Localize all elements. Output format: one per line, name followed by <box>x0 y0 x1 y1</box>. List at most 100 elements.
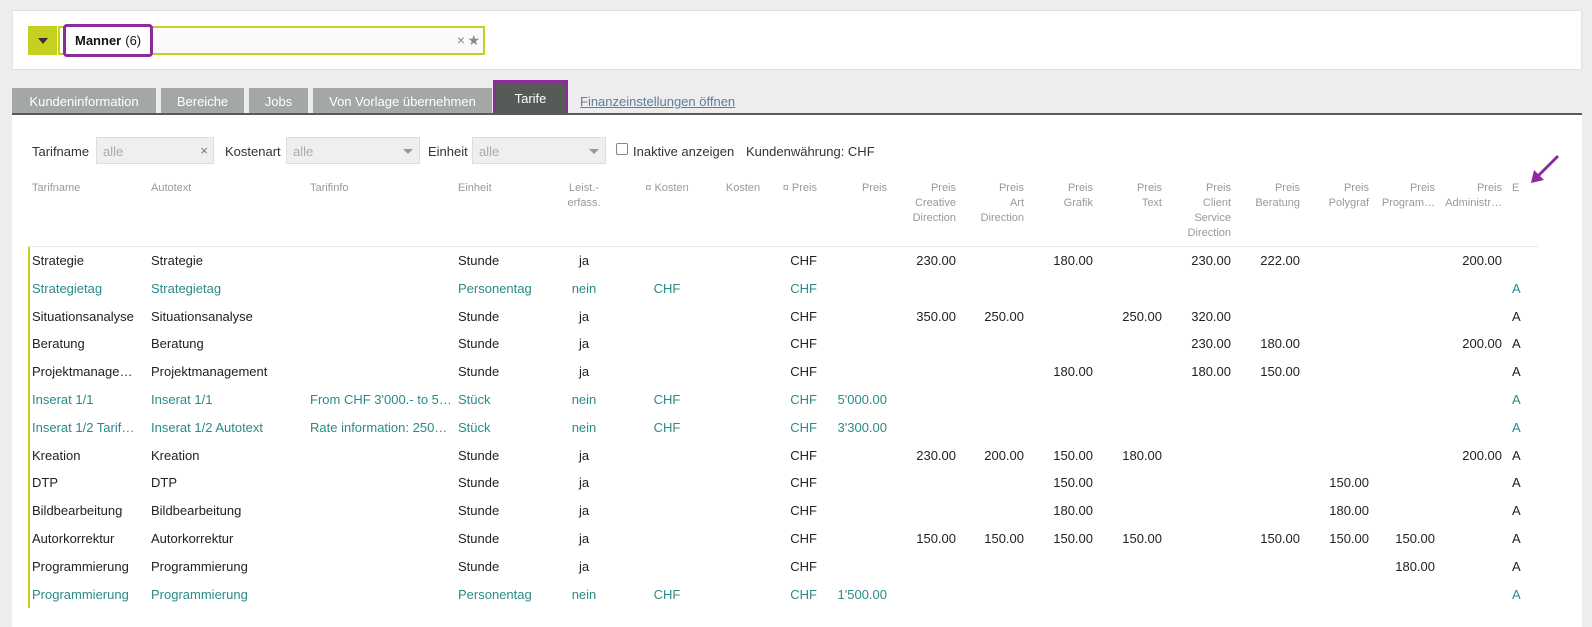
cell-preis-art-direction: 250.00 <box>984 308 1024 324</box>
cell-preis-currency: CHF <box>790 336 817 352</box>
cell-tarifname: Programmierung <box>32 586 129 602</box>
selected-client-chip[interactable]: Manner (6) <box>63 24 154 57</box>
cell-leisterfass: ja <box>578 253 590 268</box>
cell-leisterfass: nein <box>571 586 597 602</box>
table-row[interactable]: Bildbearbeitung Bildbearbeitung Stunde ja CH… <box>30 497 1538 525</box>
cell-einheit: Stunde <box>458 364 500 380</box>
kostenart-filter-select[interactable]: alle <box>286 137 420 164</box>
column-header-preis-text[interactable]: Preis Text <box>1099 181 1162 211</box>
cell-preis-currency: CHF <box>790 503 817 519</box>
cell-leisterfass: ja <box>578 336 590 352</box>
cell-e: A <box>1512 280 1521 296</box>
cell-preis-text: 150.00 <box>1122 530 1162 546</box>
clear-filter-icon[interactable]: × <box>200 143 208 158</box>
finanzeinstellungen-link[interactable]: Finanzeinstellungen öffnen <box>580 94 735 109</box>
table-row[interactable]: DTP DTP Stunde ja CHF 150.00 150.00 A <box>30 469 1538 497</box>
tarife-panel: Tarifname alle × Kostenart alle Einheit … <box>12 115 1582 627</box>
table-row[interactable]: Situationsanalyse Situationsanalyse Stunde… <box>30 303 1538 331</box>
cell-einheit: Stunde <box>458 475 500 491</box>
cell-preis-administration: 200.00 <box>1462 253 1502 268</box>
column-header-leisterfass[interactable]: Leist.- erfass. <box>556 181 612 211</box>
table-body: Strategie Strategie Stunde ja CHF 230.00 180.0… <box>28 247 1538 609</box>
tab-kundeninformation[interactable]: Kundeninformation <box>12 88 156 115</box>
cell-autotext: Programmierung <box>151 586 248 602</box>
column-header-preis-grafik[interactable]: Preis Grafik <box>1030 181 1093 211</box>
cell-preis-text: 250.00 <box>1122 308 1162 324</box>
cell-tarifname: Programmierung <box>32 558 129 574</box>
cell-preis-art-direction: 150.00 <box>984 530 1024 546</box>
column-header-preis-polygraf[interactable]: Preis Polygraf <box>1306 181 1369 211</box>
tarifname-filter-input[interactable]: alle × <box>96 137 214 164</box>
cell-preis-grafik: 150.00 <box>1053 475 1093 491</box>
column-header-tarifname[interactable]: Tarifname <box>32 181 144 196</box>
cell-leisterfass: nein <box>571 419 597 435</box>
cell-preis-polygraf: 150.00 <box>1329 530 1369 546</box>
dropdown-toggle-button[interactable] <box>28 26 57 55</box>
clear-icon[interactable]: × <box>457 32 465 48</box>
cell-tarifname: Beratung <box>32 336 85 352</box>
column-header-preis-currency[interactable]: ¤ Preis <box>773 181 817 196</box>
cell-kosten-currency: CHF <box>653 280 681 296</box>
cell-einheit: Stück <box>458 391 491 407</box>
inactive-label: Inaktive anzeigen <box>633 144 735 159</box>
column-header-preis-client-service[interactable]: Preis Client Service Direction <box>1168 181 1231 241</box>
tab-bereiche[interactable]: Bereiche <box>161 88 244 115</box>
client-selector-field[interactable]: Manner (6) × ★ <box>58 24 485 57</box>
column-header-preis-creative-direction[interactable]: Preis Creative Direction <box>893 181 956 226</box>
cell-autotext: Autorkorrektur <box>151 530 234 546</box>
cell-einheit: Stunde <box>458 558 500 574</box>
column-header-kosten-currency[interactable]: ¤ Kosten <box>628 181 706 196</box>
cell-preis-client-service: 180.00 <box>1191 364 1231 380</box>
einheit-filter-value: alle <box>479 144 500 159</box>
cell-preis-text: 180.00 <box>1122 447 1162 463</box>
selected-client-count: (6) <box>125 33 142 48</box>
filter-bar: Tarifname alle × Kostenart alle Einheit … <box>12 137 1582 165</box>
cell-tarifname: Kreation <box>32 447 81 463</box>
cell-kosten-currency: CHF <box>653 391 681 407</box>
table-row[interactable]: Inserat 1/2 Tarif… Inserat 1/2 Autotext Ra… <box>30 414 1538 442</box>
chevron-down-icon <box>403 149 413 154</box>
cell-preis-currency: CHF <box>790 308 817 324</box>
cell-einheit: Stunde <box>458 447 500 463</box>
cell-preis-creative-direction: 350.00 <box>916 308 956 324</box>
table-row[interactable]: Autorkorrektur Autorkorrektur Stunde ja CHF 1… <box>30 525 1538 553</box>
table-row[interactable]: Kreation Kreation Stunde ja CHF 230.00 200.00 1… <box>30 442 1538 470</box>
cell-preis-currency: CHF <box>790 253 817 268</box>
table-row[interactable]: Strategie Strategie Stunde ja CHF 230.00 180.0… <box>30 247 1538 275</box>
cell-leisterfass: nein <box>571 391 597 407</box>
einheit-filter-select[interactable]: alle <box>472 137 606 164</box>
cell-autotext: Strategietag <box>151 280 222 296</box>
client-selector-panel: Manner (6) × ★ <box>12 10 1582 70</box>
table-row[interactable]: Programmierung Programmierung Personentag n… <box>30 581 1538 609</box>
tab-bar: Kundeninformation Bereiche Jobs Von Vorl… <box>12 80 1582 117</box>
cell-autotext: Bildbearbeitung <box>151 503 242 519</box>
table-row[interactable]: Projektmanage… Projektmanagement Stunde ja C… <box>30 358 1538 386</box>
cell-preis-beratung: 150.00 <box>1260 530 1300 546</box>
table-row[interactable]: Inserat 1/1 Inserat 1/1 From CHF 3'000.- t… <box>30 386 1538 414</box>
star-icon[interactable]: ★ <box>467 32 480 49</box>
inactive-checkbox[interactable] <box>616 143 628 155</box>
column-header-preis[interactable]: Preis <box>828 181 887 196</box>
table-row[interactable]: Strategietag Strategietag Personentag nein C… <box>30 275 1538 303</box>
column-header-kosten[interactable]: Kosten <box>708 181 778 196</box>
table-row[interactable]: Beratung Beratung Stunde ja CHF 230.00 180.00 2… <box>30 330 1538 358</box>
tab-jobs[interactable]: Jobs <box>249 88 308 115</box>
cell-leisterfass: ja <box>578 475 590 491</box>
column-header-autotext[interactable]: Autotext <box>151 181 301 196</box>
column-header-preis-art-direction[interactable]: Preis Art Direction <box>961 181 1024 226</box>
cell-preis-creative-direction: 230.00 <box>916 253 956 268</box>
column-header-preis-programmierung[interactable]: Preis Program… <box>1375 181 1435 211</box>
cell-e: A <box>1512 391 1521 407</box>
cell-tarifname: DTP <box>32 475 58 491</box>
table-row[interactable]: Programmierung Programmierung Stunde ja CHF 1… <box>30 553 1538 581</box>
arrow-annotation-icon <box>1531 154 1560 183</box>
column-header-tarifinfo[interactable]: Tarifinfo <box>310 181 450 196</box>
column-header-preis-beratung[interactable]: Preis Beratung <box>1237 181 1300 211</box>
column-header-preis-administration[interactable]: Preis Administr… <box>1440 181 1502 211</box>
column-header-einheit[interactable]: Einheit <box>458 181 558 196</box>
tab-tarife[interactable]: Tarife <box>493 80 568 117</box>
cell-e: A <box>1512 558 1521 574</box>
tab-von-vorlage[interactable]: Von Vorlage übernehmen <box>313 88 492 115</box>
cell-preis-currency: CHF <box>790 280 817 296</box>
cell-leisterfass: ja <box>578 364 590 380</box>
